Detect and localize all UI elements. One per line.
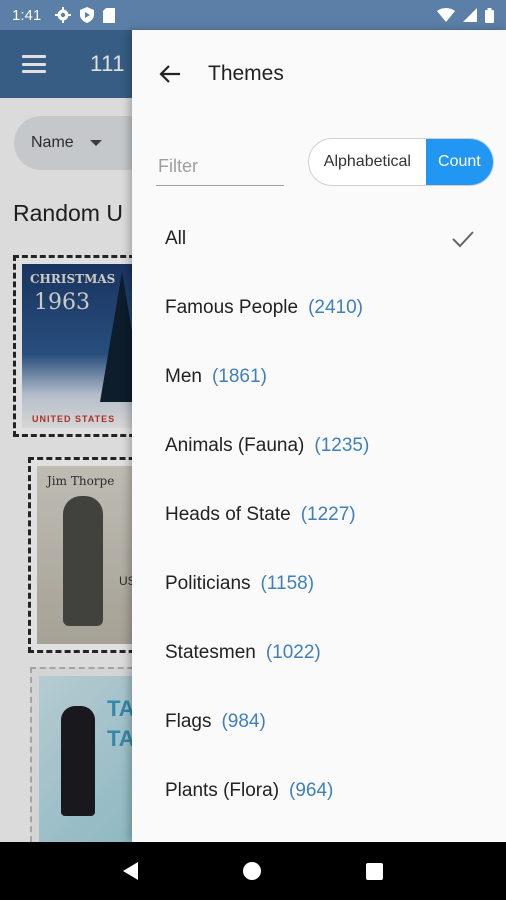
sd-card-icon <box>103 7 116 23</box>
drawer-title: Themes <box>208 62 284 85</box>
back-icon[interactable] <box>122 862 138 880</box>
filter-input[interactable] <box>156 148 284 186</box>
sort-count-button[interactable]: Count <box>425 139 493 185</box>
theme-count: (1227) <box>300 503 356 525</box>
status-time: 1:41 <box>12 6 42 24</box>
theme-item[interactable]: Heads of State (1227) <box>132 480 506 549</box>
theme-item[interactable]: Statesmen (1022) <box>132 618 506 687</box>
theme-label: Men <box>165 365 202 387</box>
home-icon[interactable] <box>242 862 261 880</box>
settings-icon <box>55 7 72 23</box>
checkmark-icon <box>450 226 476 252</box>
wifi-icon <box>437 8 455 22</box>
theme-label: Politicians <box>165 572 251 594</box>
back-button[interactable] <box>156 60 184 88</box>
theme-list: All Famous People (2410) Men (1861) Anim… <box>132 204 506 825</box>
theme-count: (964) <box>289 779 334 801</box>
theme-label: Animals (Fauna) <box>165 434 305 456</box>
theme-item[interactable]: Plants (Flora) (964) <box>132 756 506 825</box>
theme-item[interactable]: Famous People (2410) <box>132 273 506 342</box>
drawer-header: Themes <box>132 30 506 118</box>
theme-label: All <box>165 227 187 249</box>
theme-label: Heads of State <box>165 503 291 525</box>
status-bar: 1:41 <box>0 0 506 30</box>
themes-drawer: Themes Alphabetical Count All Famous Peo… <box>132 30 506 842</box>
system-nav-bar <box>0 842 506 900</box>
theme-item[interactable]: Politicians (1158) <box>132 549 506 618</box>
sort-alphabetical-button[interactable]: Alphabetical <box>309 139 426 185</box>
theme-label: Famous People <box>165 296 299 318</box>
shield-icon <box>80 7 95 23</box>
theme-count: (1235) <box>314 434 370 456</box>
theme-count: (2410) <box>308 296 363 318</box>
theme-item[interactable]: Men (1861) <box>132 342 506 411</box>
theme-count: (1158) <box>260 572 315 594</box>
battery-icon <box>485 7 494 23</box>
theme-label: Plants (Flora) <box>165 779 280 801</box>
theme-label: Statesmen <box>165 641 256 663</box>
drawer-controls: Alphabetical Count <box>156 138 496 188</box>
theme-count: (984) <box>221 710 266 732</box>
theme-item[interactable]: Animals (Fauna) (1235) <box>132 411 506 480</box>
theme-count: (1022) <box>265 641 321 663</box>
sort-toggle: Alphabetical Count <box>308 138 494 186</box>
theme-label: Flags <box>165 710 212 732</box>
recents-icon[interactable] <box>366 862 384 880</box>
theme-item-all[interactable]: All <box>132 204 506 273</box>
theme-item[interactable]: Flags (984) <box>132 687 506 756</box>
theme-count: (1861) <box>211 365 267 387</box>
arrow-left-icon <box>159 65 180 83</box>
cell-signal-icon <box>463 8 477 22</box>
